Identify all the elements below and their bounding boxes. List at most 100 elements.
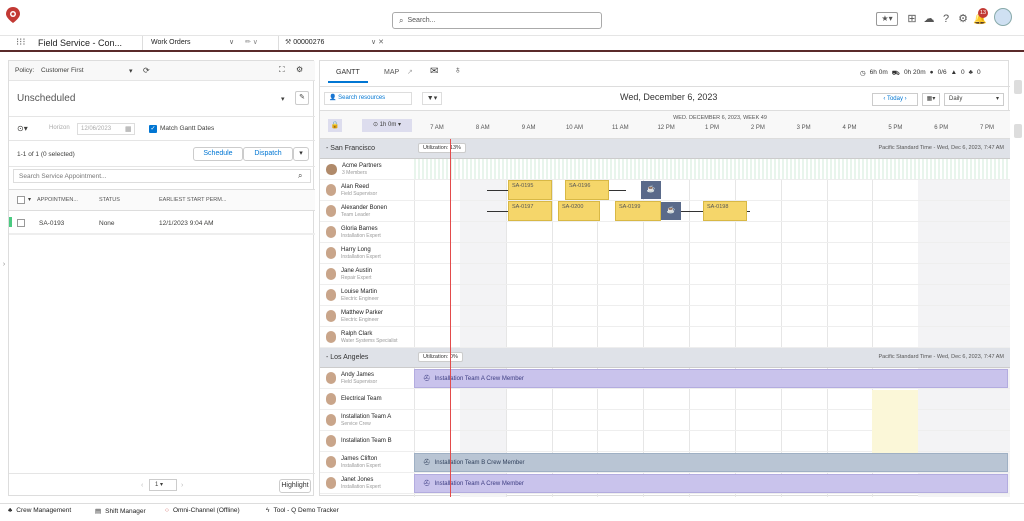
resource-role: Service Crew xyxy=(341,420,371,427)
collapse-panel-icon[interactable]: › xyxy=(0,250,8,280)
calendar-icon[interactable]: ▦▾ xyxy=(922,93,940,106)
favorites-icon[interactable]: ★▾ xyxy=(876,12,898,26)
omni-channel-item[interactable]: ○ Omni-Channel (Offline) xyxy=(165,507,240,514)
side-panel-toggle-icon[interactable] xyxy=(1014,124,1022,138)
gantt-grid: - San Francisco Utilization: 13% Pacific S… xyxy=(320,139,1010,497)
resource-row[interactable]: James Clifton Installation Expert xyxy=(320,452,414,473)
resource-row[interactable]: Ralph Clark Water Systems Specialist xyxy=(320,327,414,348)
break-icon[interactable]: ☕ xyxy=(641,181,661,199)
chevron-down-icon[interactable]: ▾ xyxy=(129,67,133,75)
column-header-status[interactable]: STATUS xyxy=(99,197,120,203)
resource-row[interactable]: Andy James Field Supervisor xyxy=(320,368,414,389)
appointment-id[interactable]: SA-0193 xyxy=(39,220,64,227)
appointment-block[interactable]: SA-0199 xyxy=(615,201,661,221)
crew-bar[interactable]: ⛑ Installation Team A Crew Member xyxy=(414,474,1008,493)
resource-row[interactable]: Harry Long Installation Expert xyxy=(320,243,414,264)
filter-icon[interactable]: ▼▾ xyxy=(422,92,442,105)
prev-page-icon[interactable]: ‹ xyxy=(141,482,143,489)
appointment-block[interactable]: SA-0195 xyxy=(508,180,552,200)
more-actions-icon[interactable]: ▾ xyxy=(293,147,309,161)
avatar xyxy=(326,393,336,405)
resource-row[interactable]: Jane Austin Repair Expert xyxy=(320,264,414,285)
break-icon[interactable]: ☕ xyxy=(661,202,681,220)
resource-row[interactable]: Electrical Team xyxy=(320,389,414,410)
lightbulb-icon[interactable]: ♁ xyxy=(454,65,462,76)
side-panel-toggle-icon[interactable] xyxy=(1014,80,1022,94)
view-select[interactable]: Daily ▾ xyxy=(944,93,1004,106)
chevron-down-icon[interactable]: ∨ xyxy=(229,36,234,50)
match-gantt-checkbox[interactable]: ✓ xyxy=(149,125,157,133)
match-gantt-label: Match Gantt Dates xyxy=(160,125,215,132)
appointment-block[interactable]: SA-0196 xyxy=(565,180,609,200)
policy-select[interactable]: Customer First xyxy=(41,67,84,74)
tab-map[interactable]: MAP xyxy=(384,69,399,76)
demo-tracker-item[interactable]: ϟ Tool - Q Demo Tracker xyxy=(266,507,339,514)
page-select[interactable]: 1 ▾ xyxy=(149,479,177,491)
filter-icon[interactable]: ⛶ xyxy=(279,65,285,75)
resource-row[interactable]: Installation Team A Service Crew xyxy=(320,410,414,431)
resource-row[interactable]: Gloria Barnes Installation Expert xyxy=(320,222,414,243)
trailhead-icon[interactable]: ☁ xyxy=(922,12,936,26)
grid-line xyxy=(689,139,691,497)
setup-gear-icon[interactable]: ⚙ xyxy=(956,12,970,26)
group-name[interactable]: - San Francisco xyxy=(326,145,375,152)
resource-row[interactable]: Installation Team B xyxy=(320,431,414,452)
table-row[interactable]: SA-0193 None 12/1/2023 9:04 AM xyxy=(9,212,315,234)
shift-manager-item[interactable]: ▤ Shift Manager xyxy=(95,507,146,516)
chevron-close-icons[interactable]: ∨ ✕ xyxy=(371,36,384,50)
app-logo-icon[interactable] xyxy=(6,7,20,23)
resource-row[interactable]: Alan Reed Field Supervisor xyxy=(320,180,414,201)
edit-icon[interactable]: ✎ xyxy=(295,91,309,105)
column-header-appointment[interactable]: APPOINTMEN... xyxy=(37,197,78,203)
select-all-checkbox[interactable] xyxy=(17,196,25,204)
group-header-row[interactable]: - Los Angeles Utilization: 0% Pacific Stan… xyxy=(320,348,1010,368)
crew-bar[interactable]: ⛑ Installation Team B Crew Member xyxy=(414,453,1008,472)
notifications-badge: 13 xyxy=(978,8,988,18)
global-search-input[interactable]: ⌕ Search... xyxy=(392,12,602,29)
resource-row[interactable]: Acme Partners 3 Members xyxy=(320,159,414,180)
global-actions-icon[interactable]: ⊞ xyxy=(905,12,919,26)
travel-line xyxy=(487,190,508,191)
tab-gantt[interactable]: GANTT xyxy=(328,69,368,83)
external-link-icon[interactable]: ↗ xyxy=(407,68,413,76)
resource-row[interactable]: Louise Martin Electric Engineer xyxy=(320,285,414,306)
group-name[interactable]: - Los Angeles xyxy=(326,354,368,361)
user-avatar[interactable] xyxy=(994,8,1012,26)
calendar-icon[interactable]: ▦ xyxy=(125,125,132,133)
tab-work-order-record[interactable]: ⚒ 00000276 ∨ ✕ xyxy=(278,36,398,50)
refresh-icon[interactable]: ⟳ xyxy=(143,66,150,75)
hour-label: 7 AM xyxy=(430,125,444,131)
chevron-down-icon[interactable]: ▾ xyxy=(28,196,31,203)
resource-row[interactable]: Alexander Bonen Team Leader xyxy=(320,201,414,222)
crew-icon: ⛑ xyxy=(423,460,431,466)
resource-row[interactable]: Janet Jones Installation Expert xyxy=(320,473,414,494)
lock-icon[interactable]: 🔒 xyxy=(328,119,342,132)
date-filter-icon[interactable]: ⊙▾ xyxy=(17,124,28,133)
appointment-block[interactable]: SA-0197 xyxy=(508,201,552,221)
settings-gear-icon[interactable]: ⚙ xyxy=(296,65,303,74)
crew-management-item[interactable]: ♣ Crew Management xyxy=(8,507,71,514)
row-checkbox[interactable] xyxy=(17,219,25,227)
highlight-button[interactable]: Highlight xyxy=(279,479,311,493)
resource-row[interactable]: Matthew Parker Electric Engineer xyxy=(320,306,414,327)
list-view-dropdown-icon[interactable]: ▾ xyxy=(281,95,285,103)
resource-role: Electric Engineer xyxy=(341,316,379,323)
group-header-row[interactable]: - San Francisco Utilization: 13% Pacific S… xyxy=(320,139,1010,159)
today-button[interactable]: ‹ Today › xyxy=(872,93,918,106)
crew-bar[interactable]: ⛑ Installation Team A Crew Member xyxy=(414,369,1008,388)
help-icon[interactable]: ? xyxy=(939,12,953,26)
app-launcher-icon[interactable]: ⁝⁝⁝ xyxy=(16,36,26,50)
dispatch-button[interactable]: Dispatch xyxy=(243,147,293,161)
mail-icon[interactable]: ✉ xyxy=(430,66,438,77)
appointment-block[interactable]: SA-0200 xyxy=(558,201,600,221)
zoom-select[interactable]: ⊙ 1h 0m ▾ xyxy=(362,119,412,132)
appointment-search-input[interactable]: Search Service Appointment... xyxy=(19,173,106,180)
tab-work-orders[interactable]: Work Orders ∨ xyxy=(142,36,242,50)
schedule-button[interactable]: Schedule xyxy=(193,147,243,161)
pinned-tab-icon[interactable]: ✏ ∨ xyxy=(245,36,258,50)
gantt-panel: GANTT MAP ↗ ✉ ♁ ◷ 6h 0m ⛟ 0h 20m ● 0/6 ▲ 0 ♣… xyxy=(319,60,1010,497)
appointment-block[interactable]: SA-0198 xyxy=(703,201,747,221)
column-header-earliest-start[interactable]: EARLIEST START PERM... xyxy=(159,197,226,203)
search-resources-input[interactable]: 👤 Search resources xyxy=(324,92,412,105)
next-page-icon[interactable]: › xyxy=(181,482,183,489)
